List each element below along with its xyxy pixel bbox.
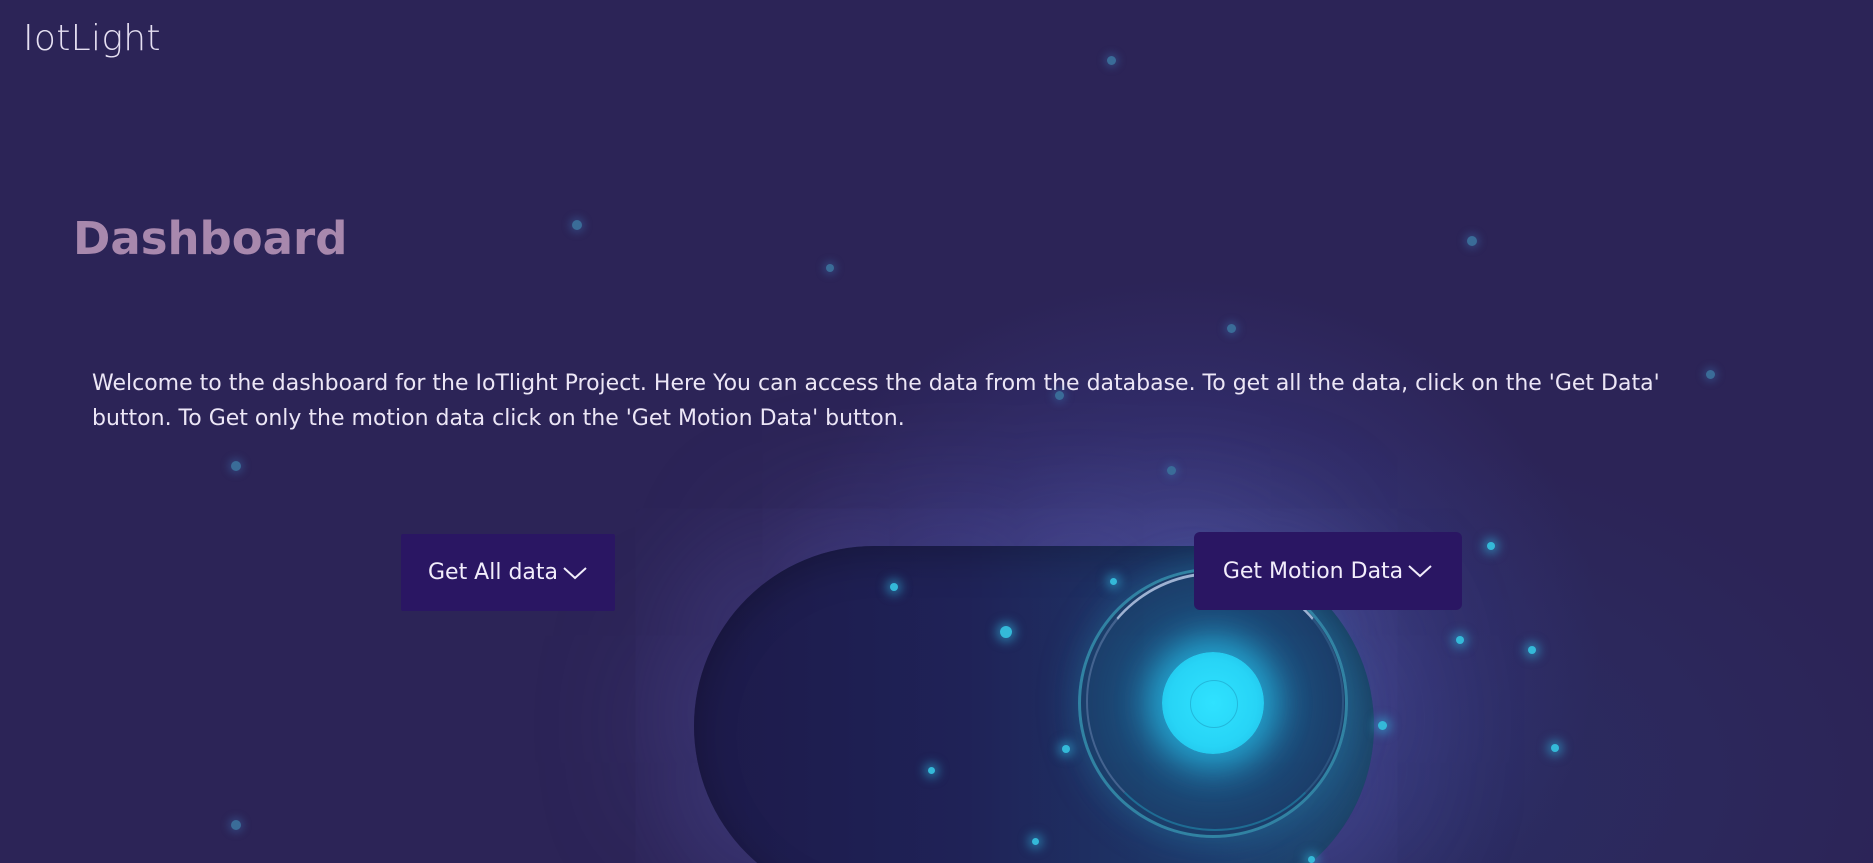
sparkle (1487, 542, 1495, 550)
sparkle (231, 820, 241, 830)
sparkle (1055, 391, 1064, 400)
sparkle (1227, 324, 1236, 333)
sparkle (1167, 466, 1176, 475)
sparkle (1551, 744, 1559, 752)
sparkle (572, 220, 582, 230)
sparkle (1110, 578, 1117, 585)
chevron-down-icon (563, 566, 587, 579)
toggle-knob-center (1190, 680, 1238, 728)
sparkle (1706, 370, 1715, 379)
sparkle (826, 264, 834, 272)
sparkle (1467, 236, 1477, 246)
get-motion-data-label: Get Motion Data (1222, 558, 1404, 584)
sparkle (928, 767, 935, 774)
welcome-text: Welcome to the dashboard for the IoTligh… (92, 371, 1660, 431)
sparkle (1032, 838, 1039, 845)
page-title: Dashboard (73, 212, 348, 265)
sparkle (1528, 646, 1536, 654)
sparkle (1062, 745, 1070, 753)
sparkle (1107, 56, 1116, 65)
sparkle (1378, 721, 1387, 730)
get-motion-data-button[interactable]: Get Motion Data (1194, 532, 1462, 610)
dashboard-page: IotLight Dashboard Welcome to the dashbo… (0, 0, 1873, 863)
sparkle (1000, 626, 1012, 638)
get-all-data-button[interactable]: Get All data (401, 534, 615, 611)
sparkle (1456, 636, 1464, 644)
sparkle (890, 583, 898, 591)
sparkle (1308, 856, 1315, 863)
sparkle (231, 461, 241, 471)
get-all-data-label: Get All data (427, 560, 559, 585)
chevron-down-icon (1408, 565, 1432, 578)
brand-logo[interactable]: IotLight (23, 18, 161, 59)
